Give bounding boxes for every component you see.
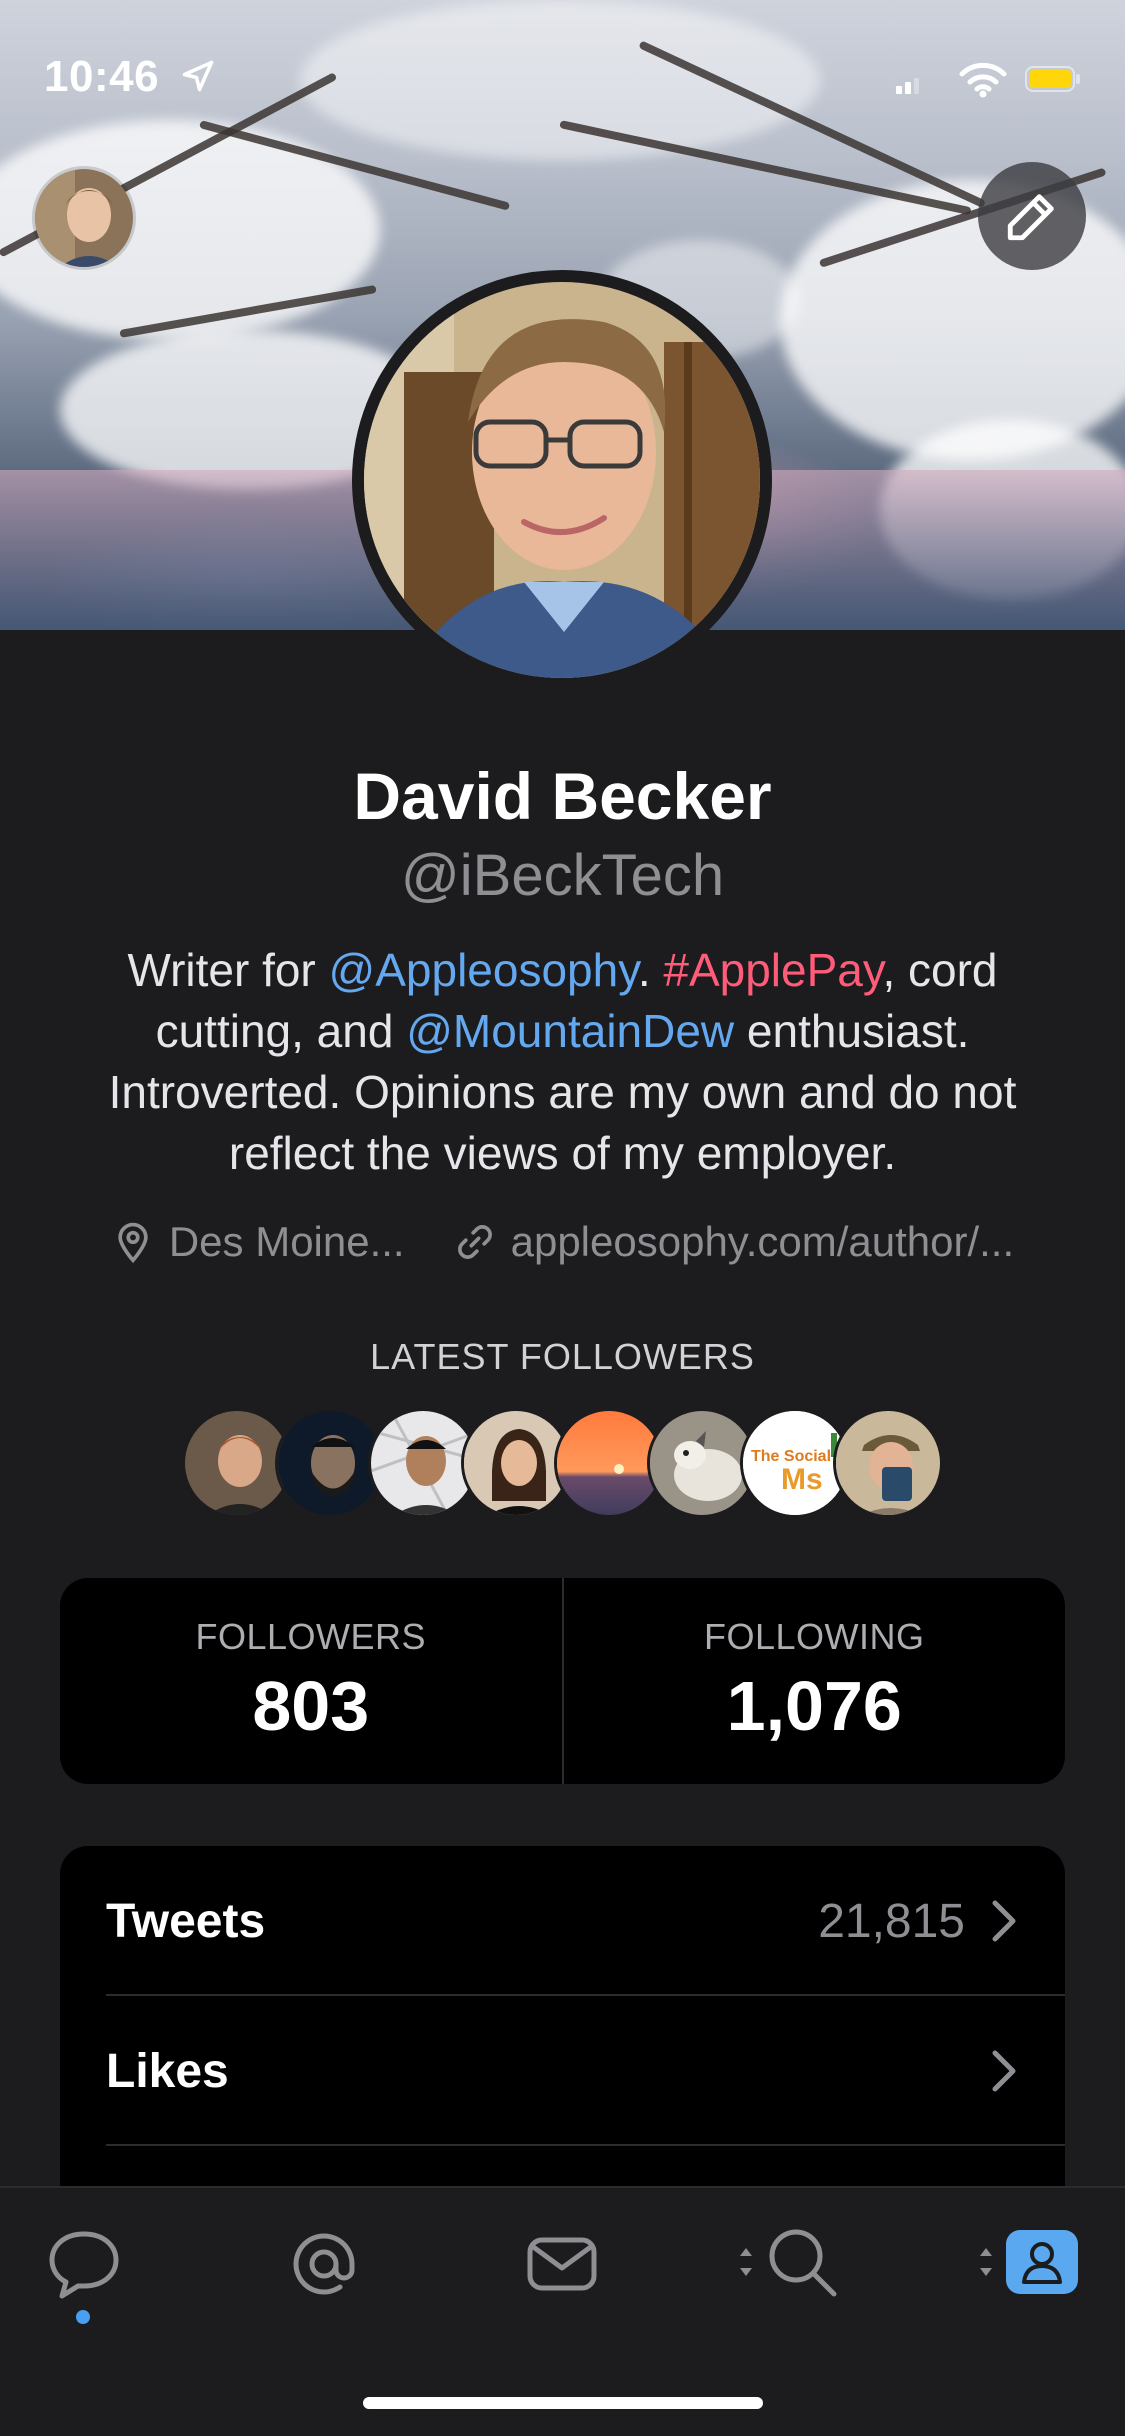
likes-row[interactable]: Likes: [60, 1996, 1065, 2146]
cellular-signal-icon: [896, 78, 919, 94]
website-link[interactable]: appleosophy.com/author/...: [511, 1218, 1015, 1266]
bio-hashtag-applepay[interactable]: #ApplePay: [663, 944, 882, 996]
edit-profile-button[interactable]: [978, 162, 1086, 270]
reorder-arrows-icon: [740, 2248, 752, 2276]
profile-photo: [364, 282, 760, 678]
location-item: Des Moine...: [111, 1218, 405, 1266]
battery-icon: [1025, 66, 1080, 92]
profile-sections-list: Tweets 21,815 Likes: [60, 1846, 1065, 2186]
tab-mentions[interactable]: [284, 2224, 364, 2304]
profile-handle: @iBeckTech: [400, 843, 725, 908]
follow-stats-card: FOLLOWERS 803 FOLLOWING 1,076: [60, 1578, 1065, 1784]
followers-count: 803: [252, 1667, 370, 1745]
bio-text: Writer for: [127, 944, 329, 996]
messages-icon: [527, 2237, 597, 2291]
chevron-right-icon: [992, 1900, 1016, 1942]
tab-profile[interactable]: [1006, 2230, 1078, 2294]
status-bar: 10:46: [0, 0, 1125, 150]
bio-mention-appleosophy[interactable]: @Appleosophy: [329, 944, 638, 996]
account-avatar[interactable]: [32, 166, 136, 270]
latest-followers-label: LATEST FOLLOWERS: [370, 1336, 755, 1377]
tweets-count: 21,815: [818, 1894, 965, 1948]
tweets-label: Tweets: [106, 1894, 266, 1948]
location-arrow-icon: [182, 60, 214, 92]
latest-followers-stack[interactable]: The Social Ms: [182, 1408, 943, 1518]
wifi-icon: [959, 62, 1007, 98]
unread-indicator: [76, 2310, 90, 2324]
profile-avatar[interactable]: [352, 270, 772, 690]
follower-avatar[interactable]: [833, 1408, 943, 1518]
map-pin-icon: [118, 1222, 148, 1264]
following-stat[interactable]: FOLLOWING 1,076: [561, 1578, 1066, 1784]
mentions-icon: [293, 2233, 355, 2295]
status-time: 10:46: [44, 52, 160, 101]
profile-bio: Writer for @Appleosophy. #ApplePay, cord…: [60, 940, 1065, 1184]
search-icon: [769, 2229, 837, 2297]
svg-text:Ms: Ms: [781, 1463, 823, 1496]
reorder-arrows-icon: [980, 2248, 992, 2276]
tab-timeline[interactable]: [44, 2224, 124, 2304]
following-label: FOLLOWING: [703, 1616, 925, 1657]
timeline-icon: [49, 2231, 119, 2299]
profile-meta: Des Moine... appleosophy.com/author/...: [0, 1218, 1125, 1266]
tweets-row[interactable]: Tweets 21,815: [60, 1846, 1065, 1996]
profile-name: David Becker: [353, 759, 772, 833]
home-indicator: [363, 2397, 763, 2409]
bio-text: .: [637, 944, 664, 996]
website-item[interactable]: appleosophy.com/author/...: [453, 1218, 1015, 1266]
tab-messages[interactable]: [522, 2224, 602, 2304]
profile-icon: [1022, 2242, 1062, 2284]
followers-label: FOLLOWERS: [195, 1616, 427, 1657]
following-count: 1,076: [726, 1667, 902, 1745]
likes-label: Likes: [106, 2044, 229, 2098]
link-icon: [457, 1225, 492, 1259]
pencil-icon: [1007, 194, 1054, 241]
bio-mention-mountaindew[interactable]: @MountainDew: [406, 1005, 734, 1057]
chevron-right-icon: [992, 2050, 1016, 2092]
followers-stat[interactable]: FOLLOWERS 803: [60, 1578, 562, 1784]
location-text: Des Moine...: [168, 1218, 405, 1265]
tab-search[interactable]: [762, 2222, 842, 2302]
